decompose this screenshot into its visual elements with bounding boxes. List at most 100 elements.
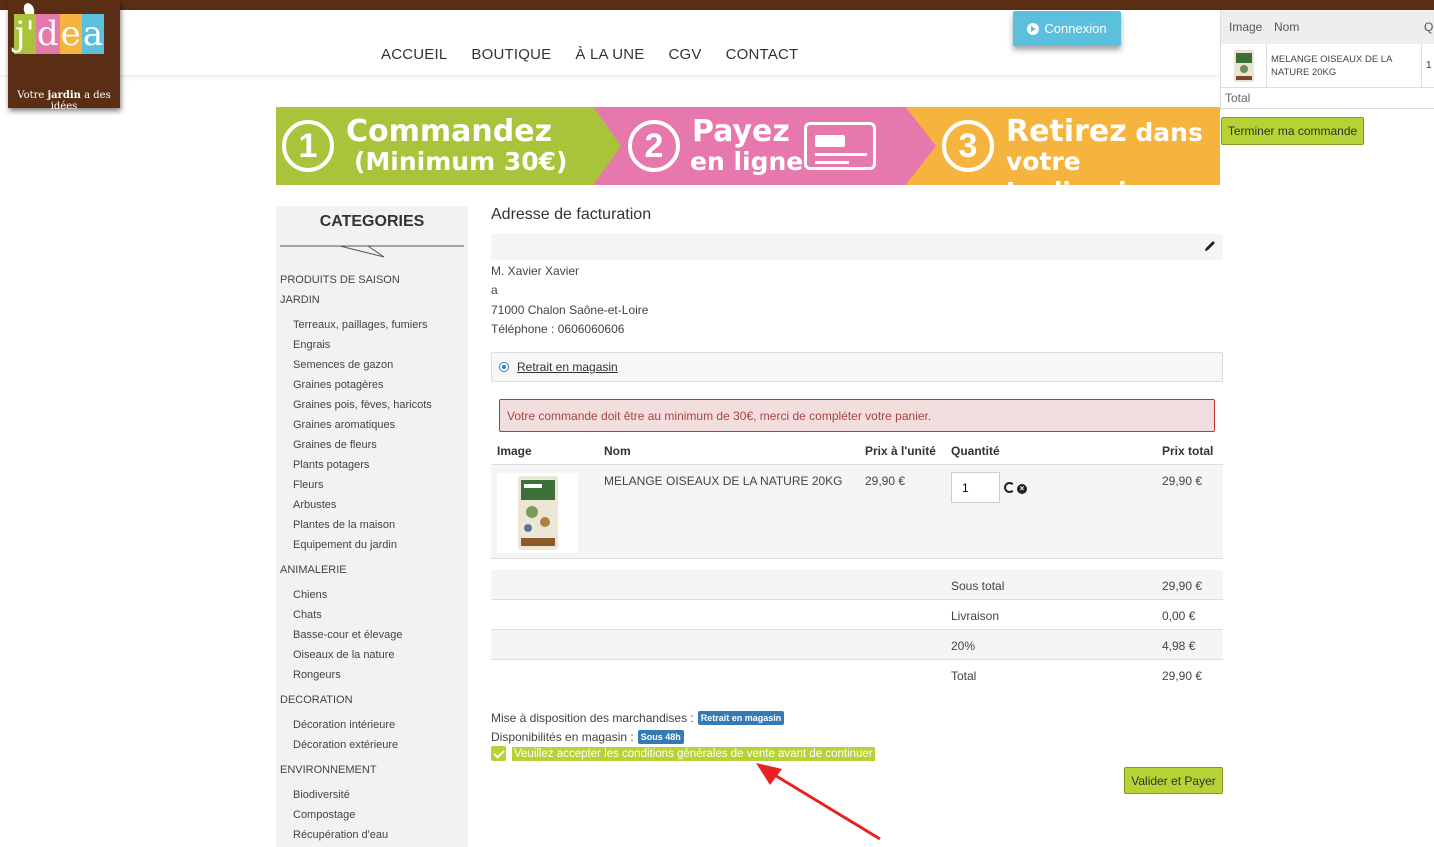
category-link[interactable]: Terreaux, paillages, fumiers — [276, 315, 468, 335]
step2-title: Payez — [692, 114, 790, 149]
remove-icon[interactable]: × — [1017, 484, 1027, 494]
tax-value: 4,98 € — [1162, 639, 1196, 653]
cart-table-header: Image Nom Prix à l'unité Quantité Prix t… — [491, 438, 1223, 465]
logo-letter-e: e — [59, 14, 82, 54]
logo-letter-d: d — [35, 14, 60, 54]
billing-name: M. Xavier Xavier — [491, 264, 580, 278]
shipping-label: Livraison — [951, 609, 1000, 623]
top-bar — [0, 0, 1434, 10]
category-link[interactable]: Arbustes — [276, 495, 468, 515]
category-link[interactable]: Décoration extérieure — [276, 735, 468, 755]
category-link[interactable]: Fleurs — [276, 475, 468, 495]
mini-cart-col-name: Nom — [1274, 20, 1300, 34]
line-total: 29,90 € — [1162, 474, 1203, 488]
category-link[interactable]: Graines potagères — [276, 375, 468, 395]
subtotal-label: Sous total — [951, 579, 1005, 593]
category-link[interactable]: Décoration intérieure — [276, 715, 468, 735]
category-heading[interactable]: PRODUITS DE SAISON — [276, 270, 468, 290]
category-heading[interactable]: ANIMALERIE — [276, 560, 468, 580]
mini-cart-row: MELANGE OISEAUX DE LA NATURE 20KG 1 — [1221, 43, 1434, 88]
step3-title: Retirez — [1006, 114, 1127, 149]
step2-number: 2 — [628, 120, 680, 172]
category-link[interactable]: Basse-cour et élevage — [276, 625, 468, 645]
nav-a-la-une[interactable]: À LA UNE — [575, 46, 644, 63]
sign-in-icon — [1027, 22, 1040, 35]
quantity-input[interactable] — [951, 472, 1000, 503]
product-name[interactable]: MELANGE OISEAUX DE LA NATURE 20KG — [604, 474, 843, 488]
categories-title: CATEGORIES — [319, 213, 425, 230]
col-image: Image — [497, 444, 532, 458]
step3-title-suffix: dans — [1126, 118, 1203, 147]
delivery-radio[interactable] — [499, 362, 509, 372]
category-link[interactable]: Compostage — [276, 805, 468, 825]
step3-number: 3 — [942, 120, 994, 172]
total-label: Total — [951, 669, 977, 683]
availability-info: Mise à disposition des marchandises : Ret… — [491, 708, 785, 746]
finish-order-button[interactable]: Terminer ma commande — [1221, 117, 1364, 145]
category-list: PRODUITS DE SAISON JARDIN Terreaux, pailla… — [276, 270, 468, 845]
category-link[interactable]: Biodiversité — [276, 785, 468, 805]
step2-subtitle: en ligne — [690, 147, 804, 176]
pencil-icon[interactable] — [1203, 239, 1217, 253]
mini-cart-total-label: Total — [1221, 88, 1434, 109]
main-nav: ACCUEIL BOUTIQUE À LA UNE CGV CONTACT — [381, 46, 798, 63]
mini-cart-header: Image Nom Q — [1221, 10, 1434, 44]
category-heading[interactable]: JARDIN — [276, 290, 468, 310]
step1-title: Commandez — [346, 114, 553, 149]
category-link[interactable]: Semences de gazon — [276, 355, 468, 375]
col-name: Nom — [604, 444, 631, 458]
minimum-order-alert: Votre commande doit être au minimum de 3… — [499, 399, 1215, 432]
billing-city: 71000 Chalon Saône-et-Loire — [491, 302, 649, 317]
category-link[interactable]: Plants potagers — [276, 455, 468, 475]
billing-title: Adresse de facturation — [491, 206, 652, 223]
category-link[interactable]: Graines aromatiques — [276, 415, 468, 435]
logo-tagline: Votre jardin a des idées — [8, 90, 120, 112]
mini-cart-item-qty: 1 — [1426, 60, 1432, 71]
category-heading[interactable]: ENVIRONNEMENT — [276, 760, 468, 780]
mise-badge: Retrait en magasin — [697, 710, 785, 725]
col-quantity: Quantité — [951, 444, 1000, 458]
logo-letter-a: a — [81, 14, 105, 54]
category-link[interactable]: Récupération d'eau — [276, 825, 468, 845]
nav-contact[interactable]: CONTACT — [726, 46, 799, 63]
refresh-icon[interactable] — [1004, 482, 1015, 493]
category-heading[interactable]: DECORATION — [276, 690, 468, 710]
subtotal-value: 29,90 € — [1162, 579, 1203, 593]
billing-phone: Téléphone : 0606060606 — [491, 321, 625, 336]
category-link[interactable]: Graines pois, fèves, haricots — [276, 395, 468, 415]
step1-number: 1 — [282, 120, 334, 172]
dispo-badge: Sous 48h — [637, 729, 684, 744]
site-logo[interactable]: j'dea Votre jardin a des idées — [8, 0, 120, 112]
nav-cgv[interactable]: CGV — [669, 46, 702, 63]
mise-label: Mise à disposition des marchandises : — [491, 710, 694, 725]
banner-step-1: 1 Commandez (Minimum 30€) — [276, 107, 621, 185]
category-link[interactable]: Chats — [276, 605, 468, 625]
login-button[interactable]: Connexion — [1013, 11, 1121, 46]
nav-boutique[interactable]: BOUTIQUE — [471, 46, 551, 63]
category-link[interactable]: Chiens — [276, 585, 468, 605]
col-unit-price: Prix à l'unité — [865, 444, 936, 458]
mini-cart-item-name[interactable]: MELANGE OISEAUX DE LA NATURE 20KG — [1267, 43, 1422, 88]
category-link[interactable]: Rongeurs — [276, 665, 468, 685]
category-link[interactable]: Equipement du jardin — [276, 535, 468, 555]
shipping-value: 0,00 € — [1162, 609, 1196, 623]
logo-wordmark: j'dea — [14, 14, 105, 54]
category-link[interactable]: Oiseaux de la nature — [276, 645, 468, 665]
title-divider — [280, 245, 464, 258]
cgv-checkbox[interactable] — [491, 746, 506, 761]
category-link[interactable]: Graines de fleurs — [276, 435, 468, 455]
tagline-bold: jardin — [47, 90, 81, 101]
category-link[interactable]: Plantes de la maison — [276, 515, 468, 535]
delivery-option-label[interactable]: Retrait en magasin — [517, 360, 618, 374]
product-image[interactable] — [497, 473, 578, 553]
billing-street: a — [491, 283, 498, 298]
category-link[interactable]: Engrais — [276, 335, 468, 355]
address-toolbar — [491, 234, 1223, 260]
checkout-main: Adresse de facturation M. Xavier Xavier … — [491, 206, 1223, 794]
validate-pay-button[interactable]: Valider et Payer — [1124, 767, 1223, 794]
step3-subtitle: votre Jardinerie — [1006, 147, 1144, 185]
nav-accueil[interactable]: ACCUEIL — [381, 46, 447, 63]
mini-cart-col-qty: Q — [1424, 20, 1434, 34]
delivery-option[interactable]: Retrait en magasin — [491, 352, 1223, 382]
total-value: 29,90 € — [1162, 669, 1203, 683]
